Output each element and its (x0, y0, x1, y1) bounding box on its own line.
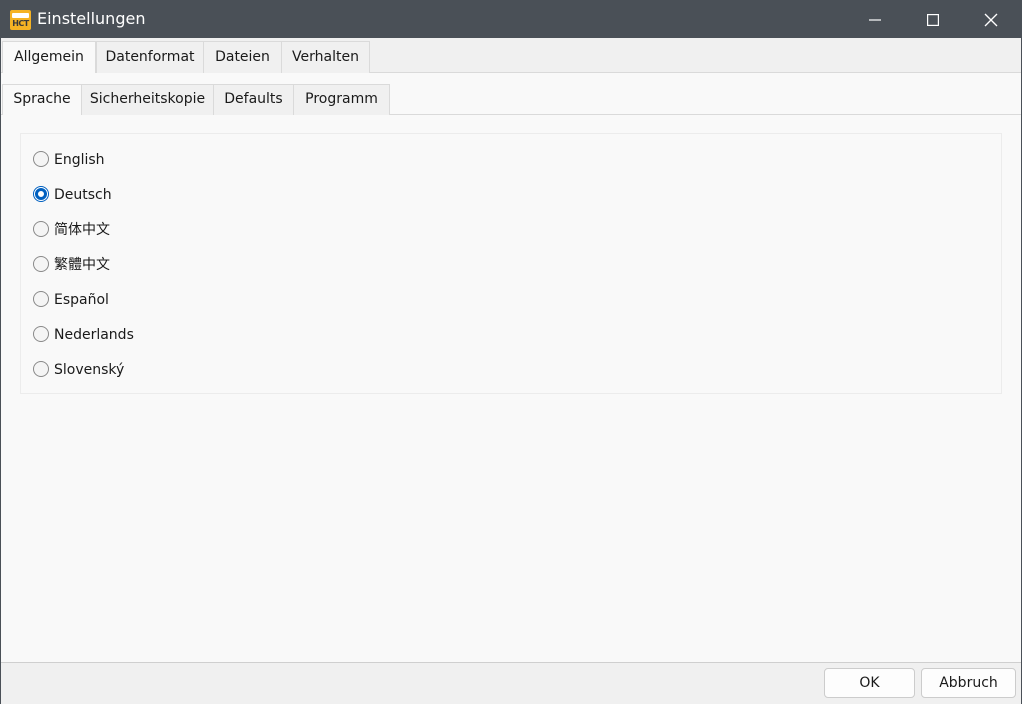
maximize-button[interactable] (904, 1, 962, 38)
radio-label-slovensky: Slovenský (54, 362, 125, 378)
radio-slovensky[interactable] (33, 361, 49, 377)
tab-dateien[interactable]: Dateien (203, 41, 282, 73)
tab-allgemein[interactable]: Allgemein (2, 41, 96, 73)
radio-label-espanol: Español (54, 292, 109, 308)
radio-label-deutsch: Deutsch (54, 187, 112, 203)
tab-sicherheitskopie[interactable]: Sicherheitskopie (81, 84, 214, 115)
settings-window: HCT Einstellungen Allgemein Datenformat … (0, 0, 1022, 704)
ok-button[interactable]: OK (824, 668, 915, 698)
close-icon (984, 13, 998, 26)
language-group (20, 133, 1002, 394)
tab-defaults[interactable]: Defaults (213, 84, 294, 115)
app-logo-stripe (12, 13, 29, 18)
close-button[interactable] (962, 1, 1020, 38)
radio-espanol[interactable] (33, 291, 49, 307)
sub-tab-strip: Sprache Sicherheitskopie Defaults Progra… (1, 81, 1021, 115)
radio-label-nederlands: Nederlands (54, 327, 134, 343)
radio-label-english: English (54, 152, 105, 168)
radio-traditional-chinese[interactable] (33, 256, 49, 272)
window-title: Einstellungen (37, 9, 146, 28)
cancel-button[interactable]: Abbruch (921, 668, 1016, 698)
radio-english[interactable] (33, 151, 49, 167)
tab-datenformat[interactable]: Datenformat (96, 41, 204, 73)
tab-programm[interactable]: Programm (293, 84, 390, 115)
tab-verhalten[interactable]: Verhalten (281, 41, 370, 73)
main-tab-strip: Allgemein Datenformat Dateien Verhalten (1, 38, 1021, 73)
radio-nederlands[interactable] (33, 326, 49, 342)
minimize-icon (869, 18, 881, 21)
app-logo-text: HCT (12, 19, 29, 28)
radio-label-simplified-chinese: 简体中文 (54, 222, 110, 238)
tab-sprache[interactable]: Sprache (2, 84, 82, 115)
app-logo-icon: HCT (10, 10, 31, 30)
radio-deutsch[interactable] (33, 186, 49, 202)
maximize-icon (927, 13, 939, 26)
title-bar[interactable]: HCT Einstellungen (1, 1, 1021, 38)
minimize-button[interactable] (846, 1, 904, 38)
radio-simplified-chinese[interactable] (33, 221, 49, 237)
radio-label-traditional-chinese: 繁體中文 (54, 257, 110, 273)
dialog-button-bar: OK Abbruch (1, 662, 1021, 704)
